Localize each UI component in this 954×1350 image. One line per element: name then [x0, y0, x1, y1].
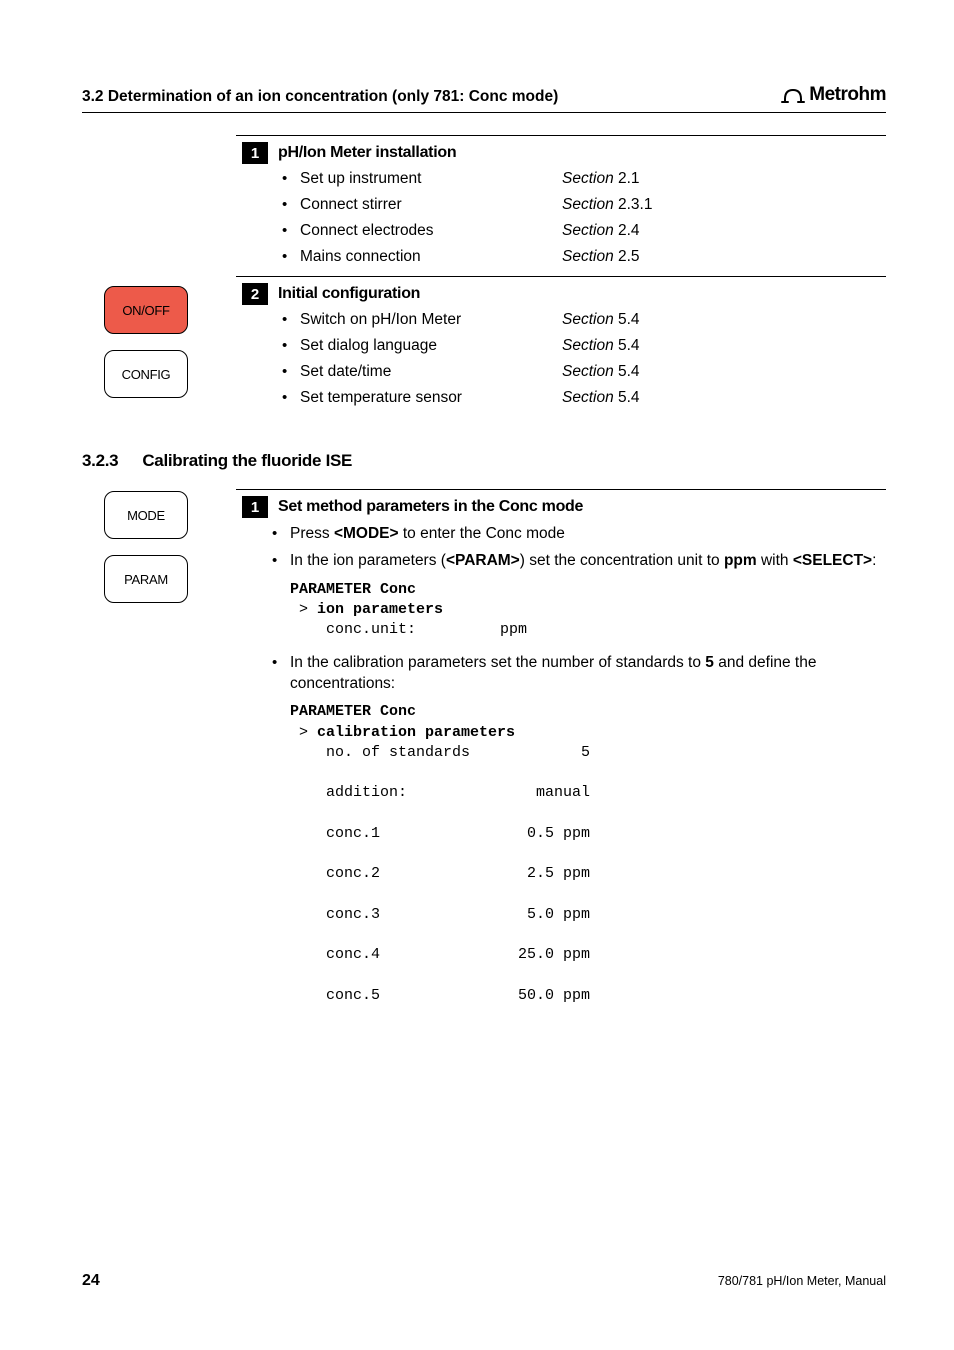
block-title: Set method parameters in the Conc mode — [278, 498, 583, 516]
key-mode: MODE — [104, 491, 188, 539]
subsection-title: Calibrating the fluoride ISE — [142, 451, 352, 471]
list-item: •Switch on pH/Ion MeterSection 5.4 — [282, 311, 886, 329]
block-title: pH/Ion Meter installation — [278, 144, 456, 162]
step-badge-2: 2 — [242, 283, 268, 305]
brand-logo: Metrohm — [781, 84, 886, 106]
list-item: •Connect electrodesSection 2.4 — [282, 222, 886, 240]
list-item: •Set dialog languageSection 5.4 — [282, 337, 886, 355]
section-header: 3.2 Determination of an ion concentratio… — [82, 88, 558, 106]
key-config: CONFIG — [104, 350, 188, 398]
block-initial-config: ON/OFF CONFIG 2 Initial configuration •S… — [242, 276, 886, 407]
brand-text: Metrohm — [809, 84, 886, 106]
code-block: PARAMETER Conc > ion parameters conc.uni… — [290, 580, 886, 641]
list-item: •Connect stirrerSection 2.3.1 — [282, 196, 886, 214]
omega-icon — [781, 86, 805, 104]
step-badge-1: 1 — [242, 142, 268, 164]
block-rule — [236, 135, 886, 136]
header-rule — [82, 112, 886, 113]
block-rule — [236, 489, 886, 490]
code-block: PARAMETER Conc > calibration parameters … — [290, 702, 886, 1006]
list-item: •Set temperature sensorSection 5.4 — [282, 389, 886, 407]
subsection-num: 3.2.3 — [82, 451, 118, 471]
paragraph: • Press <MODE> to enter the Conc mode — [272, 524, 886, 545]
list-item: •Mains connectionSection 2.5 — [282, 248, 886, 266]
key-param: PARAM — [104, 555, 188, 603]
list-item: •Set date/timeSection 5.4 — [282, 363, 886, 381]
page-footer: 24 780/781 pH/Ion Meter, Manual — [82, 1272, 886, 1290]
footer-text: 780/781 pH/Ion Meter, Manual — [718, 1274, 886, 1288]
subsection-heading: 3.2.3 Calibrating the fluoride ISE — [82, 451, 886, 471]
key-onoff: ON/OFF — [104, 286, 188, 334]
list-item: •Set up instrumentSection 2.1 — [282, 170, 886, 188]
block-rule — [236, 276, 886, 277]
block-method-params: MODE PARAM 1 Set method parameters in th… — [242, 489, 886, 1006]
paragraph: • In the ion parameters (<PARAM>) set th… — [272, 551, 886, 572]
paragraph: • In the calibration parameters set the … — [272, 653, 886, 695]
page-number: 24 — [82, 1272, 100, 1290]
step-badge-3: 1 — [242, 496, 268, 518]
block-title: Initial configuration — [278, 285, 420, 303]
block-installation: 1 pH/Ion Meter installation •Set up inst… — [242, 135, 886, 266]
